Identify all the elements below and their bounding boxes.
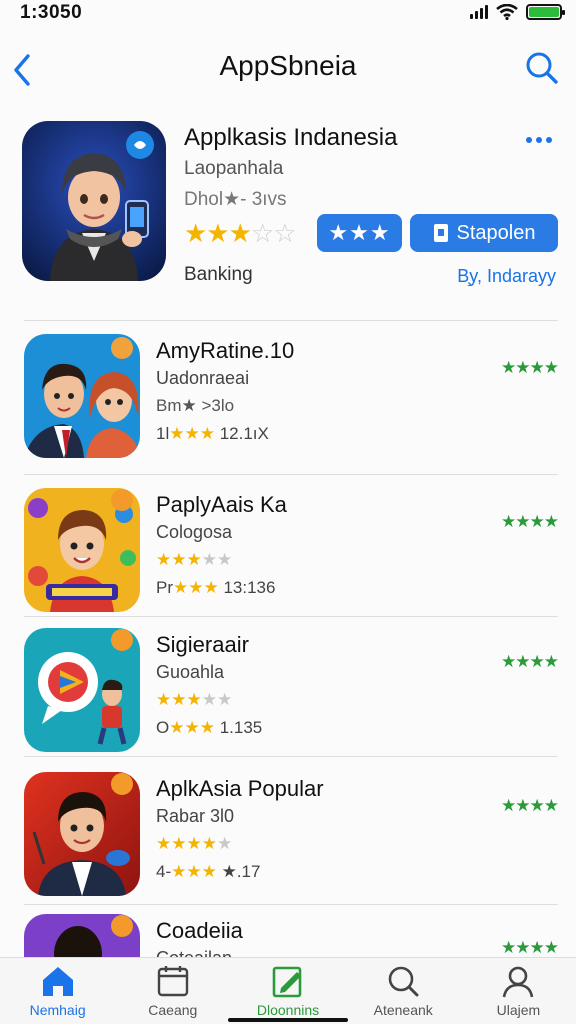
featured-app-meta: Dhol★- 3ıvs bbox=[184, 189, 287, 210]
app-icon bbox=[24, 772, 140, 896]
app-stars: ★★★★★ bbox=[156, 550, 233, 569]
status-time: 1:3050 bbox=[20, 2, 83, 23]
app-name: Sigieraair bbox=[156, 632, 249, 657]
app-stars: ★★★ bbox=[169, 718, 215, 737]
featured-app-title: Applkasis Indanesia bbox=[184, 124, 398, 151]
tab-edit[interactable]: Dloonnins bbox=[230, 958, 345, 1024]
app-rating: ★★★★ bbox=[501, 938, 559, 957]
status-bar: 1:3050 bbox=[0, 0, 576, 30]
app-stats-value: ★.17 bbox=[221, 862, 261, 881]
app-category: Cologosa bbox=[156, 522, 233, 542]
tab-label: Caeang bbox=[148, 1002, 198, 1018]
app-stats-value: 1.135 bbox=[219, 718, 263, 737]
divider bbox=[24, 904, 558, 905]
tab-label: Nemhaig bbox=[29, 1002, 86, 1018]
app-stats-value: 13:136 bbox=[223, 578, 276, 597]
install-button[interactable]: Stapolen bbox=[410, 214, 558, 252]
app-category: Rabar 3l0 bbox=[156, 806, 235, 826]
battery-icon bbox=[526, 4, 565, 20]
app-stats: O★★★ 1.135 bbox=[156, 718, 262, 738]
home-indicator bbox=[228, 1018, 348, 1022]
app-stars: ★★★ bbox=[169, 424, 215, 443]
search-icon bbox=[526, 52, 558, 84]
app-stats-prefix: Pr bbox=[156, 578, 173, 597]
status-icons bbox=[470, 4, 565, 20]
app-rating: ★★★★ bbox=[501, 652, 559, 671]
featured-app-icon[interactable] bbox=[22, 121, 166, 281]
featured-app-subtitle: Laopanhala bbox=[184, 158, 284, 179]
tab-calendar[interactable]: Caeang bbox=[115, 958, 230, 1024]
app-icon bbox=[24, 628, 140, 752]
install-button-label: Stapolen bbox=[456, 221, 536, 244]
app-category: Uadonraeai bbox=[156, 368, 250, 388]
app-stats-prefix: 1l bbox=[156, 424, 170, 443]
app-stars: ★★★★★ bbox=[156, 834, 233, 853]
app-stats-value: 12.1ıX bbox=[219, 424, 269, 443]
home-icon bbox=[42, 967, 73, 996]
profile-icon bbox=[503, 966, 534, 998]
app-stars: ★★★★★ bbox=[156, 690, 233, 709]
tab-label: Ateneank bbox=[373, 1002, 433, 1018]
developer-link[interactable]: B̧y, Indarayy bbox=[457, 266, 556, 287]
signal-icon bbox=[470, 5, 488, 19]
list-item[interactable]: AplkAsia Popular Rabar 3l0 ★★★★★ 4-★★★ ★… bbox=[0, 768, 576, 898]
calendar-icon bbox=[157, 966, 188, 997]
list-item[interactable]: Sigieraair Guoahla ★★★★★ O★★★ 1.135 ★★★★ bbox=[0, 624, 576, 754]
tab-bar: Nemhaig Caeang Dloonnins Ateneank Ulajem bbox=[0, 957, 576, 1024]
install-icon bbox=[433, 224, 448, 242]
divider bbox=[24, 474, 558, 475]
list-item[interactable]: AmyRatine.10 Uadonraeai Bm★ >3lo 1l★★★ 1… bbox=[0, 330, 576, 460]
app-stats: Pr★★★ 13:136 bbox=[156, 578, 275, 598]
app-name: Coadeiia bbox=[156, 918, 243, 943]
search-button[interactable] bbox=[522, 48, 562, 88]
app-rating: ★★★★ bbox=[501, 512, 559, 531]
app-rating: ★★★★ bbox=[501, 796, 559, 815]
app-icon bbox=[24, 488, 140, 612]
featured-app: Applkasis Indanesia Laopanhala Dhol★- 3ı… bbox=[0, 118, 576, 318]
featured-app-stars: ★★★☆☆ bbox=[184, 218, 297, 248]
wifi-icon bbox=[496, 4, 518, 20]
app-name: PaplyAais Ka bbox=[156, 492, 287, 517]
tab-label: Dloonnins bbox=[256, 1002, 320, 1018]
app-stars: ★★★ bbox=[171, 862, 217, 881]
app-stats-prefix: 4- bbox=[156, 862, 172, 881]
more-options-button[interactable] bbox=[522, 128, 556, 152]
app-meta: Bm★ >3lo bbox=[156, 396, 235, 415]
tab-search[interactable]: Ateneank bbox=[346, 958, 461, 1024]
featured-app-category: Banking bbox=[184, 264, 253, 285]
app-name: AplkAsia Popular bbox=[156, 776, 324, 801]
list-item[interactable]: PaplyAais Ka Cologosa ★★★★★ Pr★★★ 13:136… bbox=[0, 484, 576, 614]
page-title: AppSbneia bbox=[219, 50, 357, 81]
app-stats-prefix: O bbox=[156, 718, 170, 737]
tab-home[interactable]: Nemhaig bbox=[0, 958, 115, 1024]
tab-label: Ulajem bbox=[496, 1002, 541, 1018]
app-category: Guoahla bbox=[156, 662, 225, 682]
edit-icon bbox=[272, 966, 302, 998]
app-stats: 1l★★★ 12.1ıX bbox=[156, 424, 269, 444]
app-stars: ★★★ bbox=[173, 578, 219, 597]
divider bbox=[24, 756, 558, 757]
divider bbox=[24, 320, 558, 321]
rate-button[interactable]: ★★★ bbox=[317, 214, 402, 252]
app-stats: 4-★★★ ★.17 bbox=[156, 862, 260, 882]
app-rating: ★★★★ bbox=[501, 358, 559, 377]
app-icon bbox=[24, 334, 140, 458]
tab-profile[interactable]: Ulajem bbox=[461, 958, 576, 1024]
app-name: AmyRatine.10 bbox=[156, 338, 295, 363]
nav-bar: AppSbneia bbox=[0, 40, 576, 94]
search-icon bbox=[388, 966, 419, 997]
divider bbox=[24, 616, 558, 617]
